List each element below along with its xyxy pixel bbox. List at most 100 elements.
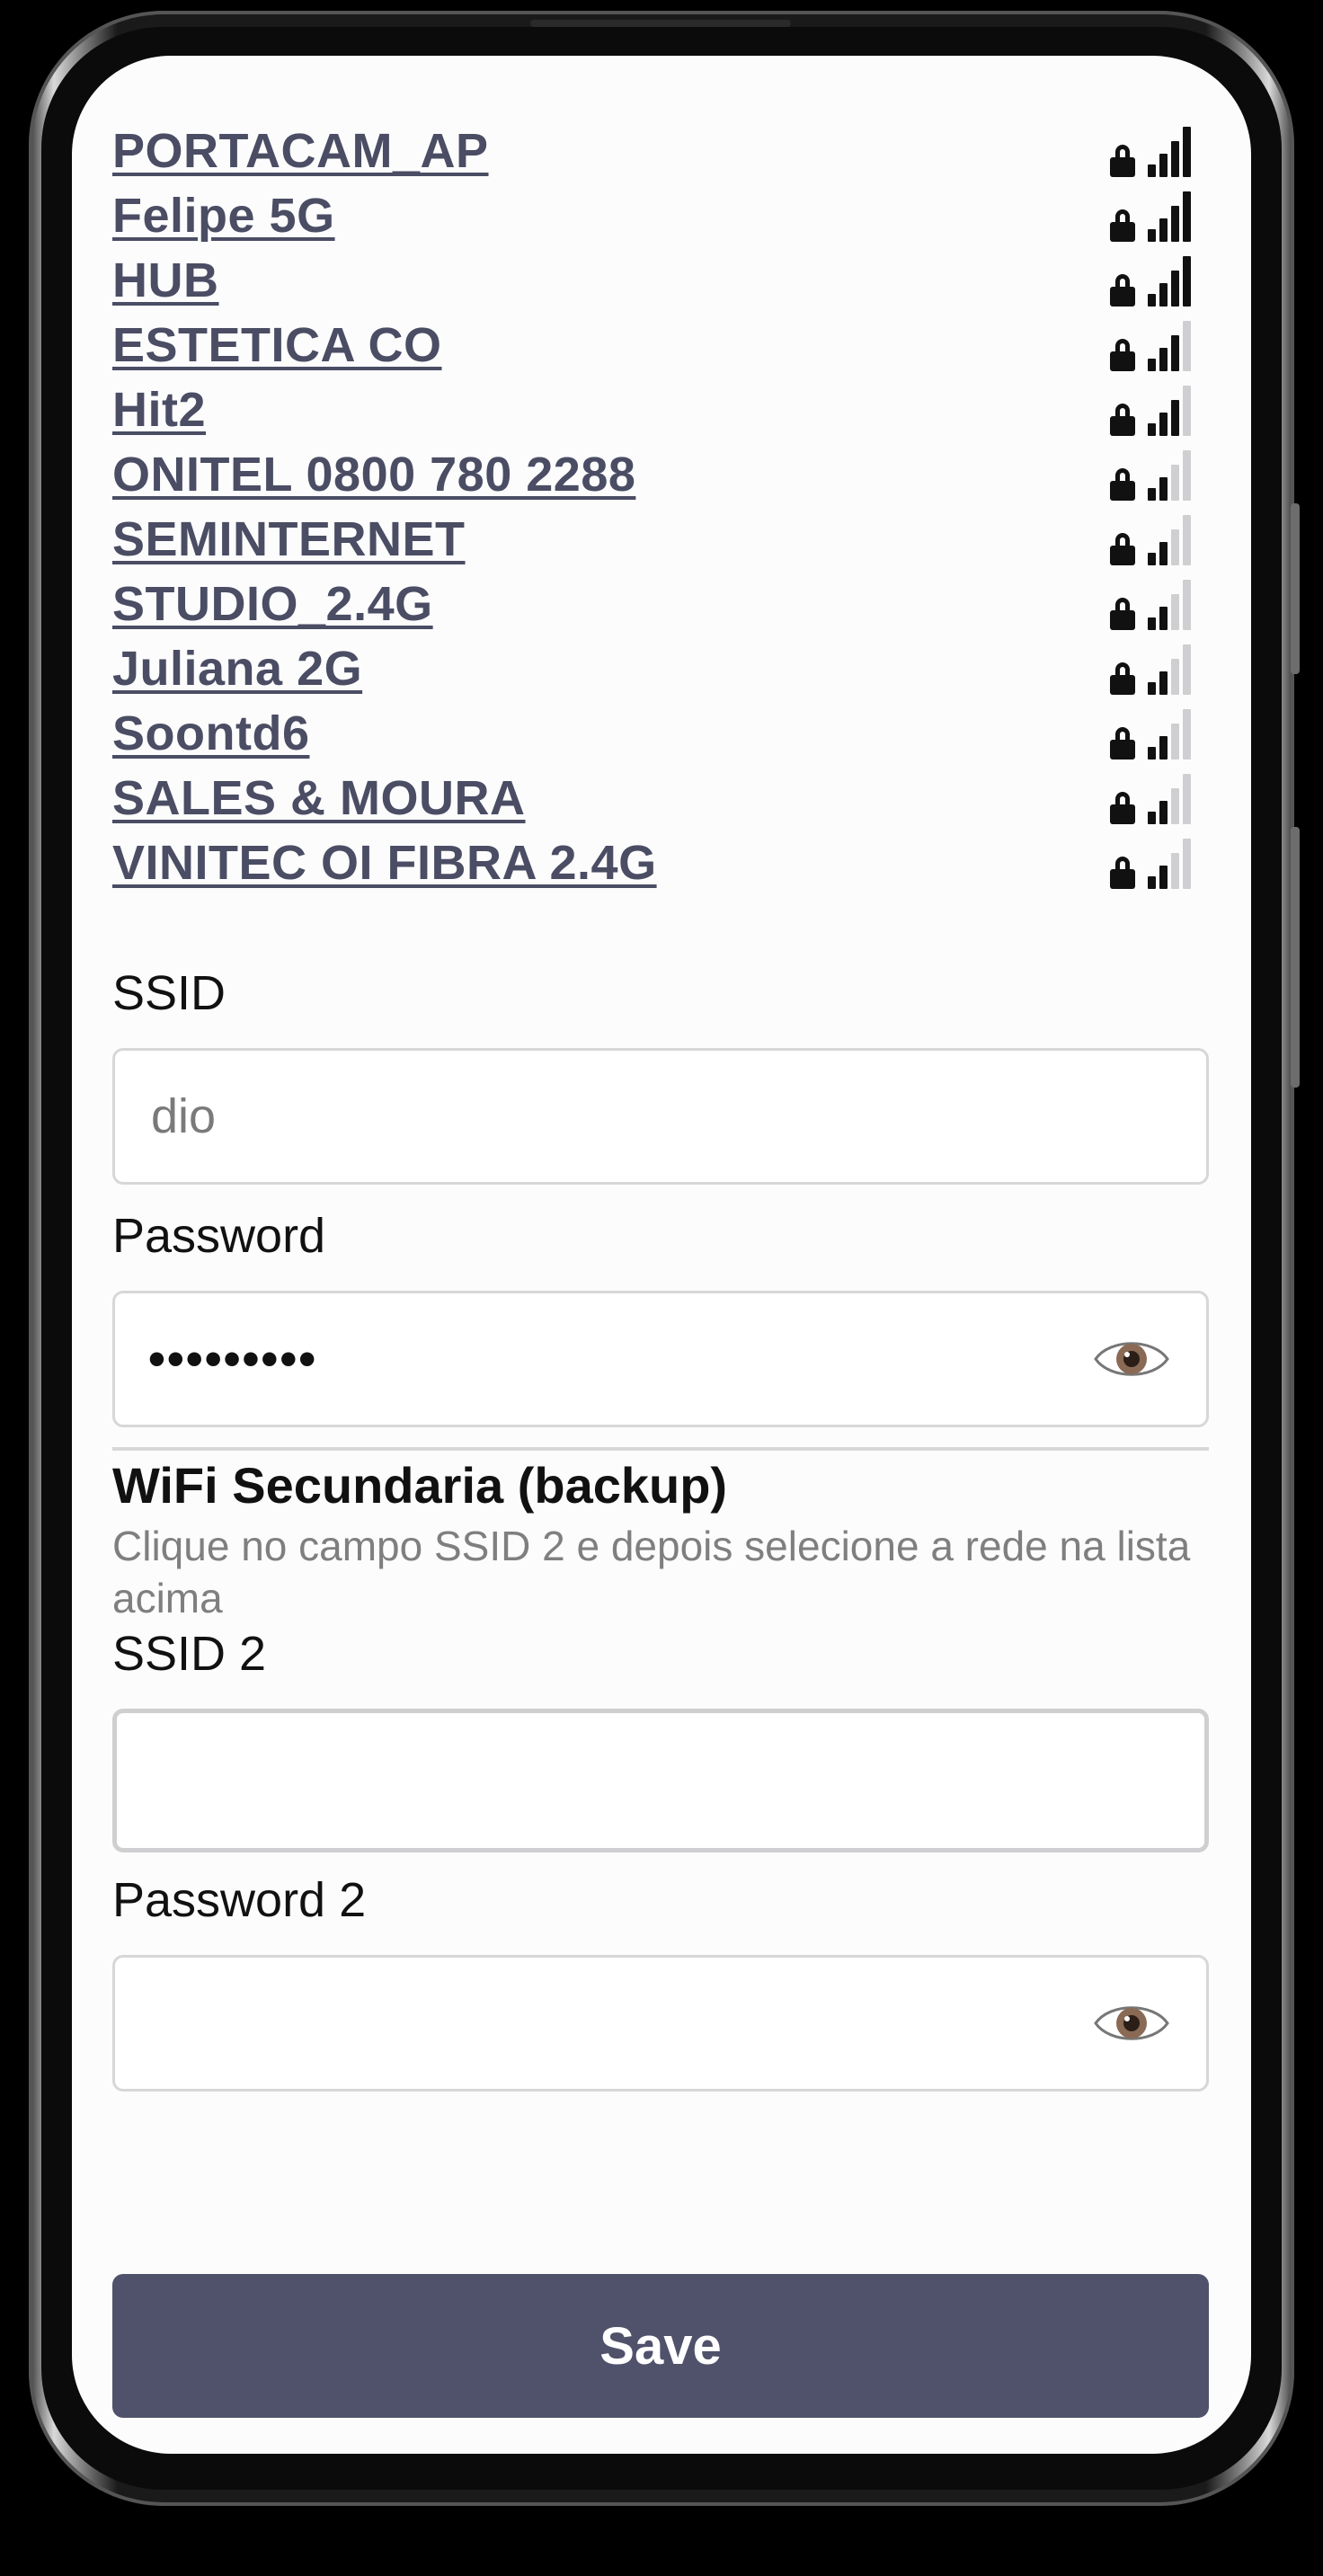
lock-icon [1110, 662, 1135, 695]
signal-bar [1148, 617, 1156, 630]
signal-bar [1159, 801, 1168, 824]
signal-bar [1148, 423, 1156, 436]
signal-bar [1159, 283, 1168, 306]
signal-bar [1183, 644, 1191, 695]
wifi-setup-page: PORTACAM_AP Felipe 5G HUB ESTETICA CO Hit2 ON… [112, 119, 1209, 2092]
network-list: PORTACAM_AP Felipe 5G HUB ESTETICA CO Hit2 ON… [112, 119, 1209, 895]
network-item[interactable]: ONITEL 0800 780 2288 [112, 442, 1209, 507]
password-field: ••••••••• [112, 1291, 1209, 1427]
side-button-bottom [1291, 827, 1300, 1088]
network-status-icons [1110, 772, 1191, 824]
signal-bar [1159, 736, 1168, 759]
ssid2-section: SSID 2 [112, 1626, 1209, 1852]
network-status-icons [1110, 125, 1191, 177]
network-item[interactable]: VINITEC OI FIBRA 2.4G [112, 831, 1209, 895]
network-name-link[interactable]: Juliana 2G [112, 641, 362, 697]
network-status-icons [1110, 837, 1191, 889]
signal-bar [1171, 594, 1179, 630]
eye-icon[interactable] [1094, 1335, 1169, 1383]
lock-icon [1110, 727, 1135, 759]
screen: PORTACAM_AP Felipe 5G HUB ESTETICA CO Hit2 ON… [72, 56, 1251, 2454]
signal-bar [1148, 682, 1156, 695]
signal-bar [1183, 386, 1191, 436]
lock-icon [1110, 404, 1135, 436]
network-item[interactable]: Felipe 5G [112, 183, 1209, 248]
section-divider [112, 1447, 1209, 1451]
network-status-icons [1110, 578, 1191, 630]
secondary-wifi-help: Clique no campo SSID 2 e depois selecion… [112, 1523, 1191, 1621]
network-item[interactable]: Soontd6 [112, 701, 1209, 766]
password-mask: ••••••••• [148, 1332, 318, 1386]
signal-bar [1171, 465, 1179, 501]
network-item[interactable]: SALES & MOURA [112, 766, 1209, 831]
save-button[interactable]: Save [112, 2274, 1209, 2418]
signal-bar [1159, 413, 1168, 436]
signal-bar [1183, 256, 1191, 306]
network-status-icons [1110, 319, 1191, 371]
wifi-signal-icon [1148, 837, 1191, 889]
network-status-icons [1110, 384, 1191, 436]
network-name-link[interactable]: ESTETICA CO [112, 317, 442, 373]
network-item[interactable]: PORTACAM_AP [112, 119, 1209, 183]
lock-icon [1110, 145, 1135, 177]
network-name-link[interactable]: Felipe 5G [112, 188, 335, 244]
signal-bar [1183, 774, 1191, 824]
network-item[interactable]: ESTETICA CO [112, 313, 1209, 378]
network-status-icons [1110, 254, 1191, 306]
signal-bar [1148, 359, 1156, 371]
wifi-signal-icon [1148, 384, 1191, 436]
password2-field [112, 1955, 1209, 2092]
signal-bar [1183, 515, 1191, 565]
signal-bar [1159, 671, 1168, 695]
signal-bar [1183, 450, 1191, 501]
secondary-wifi-section: WiFi Secundaria (backup) Clique no campo… [112, 1456, 1209, 1624]
signal-bar [1183, 191, 1191, 242]
wifi-signal-icon [1148, 772, 1191, 824]
password2-section: Password 2 [112, 1872, 1209, 2092]
lock-icon [1110, 598, 1135, 630]
network-name-link[interactable]: HUB [112, 253, 219, 308]
wifi-signal-icon [1148, 449, 1191, 501]
network-name-link[interactable]: Hit2 [112, 382, 206, 438]
signal-bar [1159, 348, 1168, 371]
ssid2-label: SSID 2 [112, 1627, 267, 1681]
signal-bar [1148, 294, 1156, 306]
signal-bar [1183, 580, 1191, 630]
signal-bar [1159, 607, 1168, 630]
network-name-link[interactable]: VINITEC OI FIBRA 2.4G [112, 835, 657, 891]
eye-icon[interactable] [1094, 1999, 1169, 2047]
ssid2-input[interactable] [112, 1709, 1209, 1852]
password-section: Password ••••••••• [112, 1208, 1209, 1427]
ssid-input[interactable] [112, 1048, 1209, 1185]
signal-bar [1148, 164, 1156, 177]
network-item[interactable]: Hit2 [112, 378, 1209, 442]
network-name-link[interactable]: STUDIO_2.4G [112, 576, 433, 632]
network-item[interactable]: Juliana 2G [112, 636, 1209, 701]
ssid-section: SSID [112, 965, 1209, 1185]
password2-label: Password 2 [112, 1873, 367, 1927]
network-name-link[interactable]: Soontd6 [112, 706, 309, 761]
wifi-signal-icon [1148, 643, 1191, 695]
network-name-link[interactable]: ONITEL 0800 780 2288 [112, 447, 635, 502]
network-item[interactable]: SEMINTERNET [112, 507, 1209, 572]
network-item[interactable]: STUDIO_2.4G [112, 572, 1209, 636]
lock-icon [1110, 857, 1135, 889]
wifi-signal-icon [1148, 190, 1191, 242]
wifi-signal-icon [1148, 707, 1191, 759]
signal-bar [1171, 724, 1179, 759]
signal-bar [1159, 866, 1168, 889]
network-item[interactable]: HUB [112, 248, 1209, 313]
network-status-icons [1110, 707, 1191, 759]
password2-input[interactable] [112, 1955, 1209, 2092]
network-name-link[interactable]: SEMINTERNET [112, 511, 466, 567]
signal-bar [1159, 154, 1168, 177]
signal-bar [1183, 709, 1191, 759]
side-button-top [1291, 503, 1300, 674]
wifi-signal-icon [1148, 578, 1191, 630]
network-name-link[interactable]: PORTACAM_AP [112, 123, 489, 179]
signal-bar [1148, 229, 1156, 242]
signal-bar [1148, 812, 1156, 824]
lock-icon [1110, 339, 1135, 371]
network-name-link[interactable]: SALES & MOURA [112, 770, 526, 826]
wifi-signal-icon [1148, 319, 1191, 371]
